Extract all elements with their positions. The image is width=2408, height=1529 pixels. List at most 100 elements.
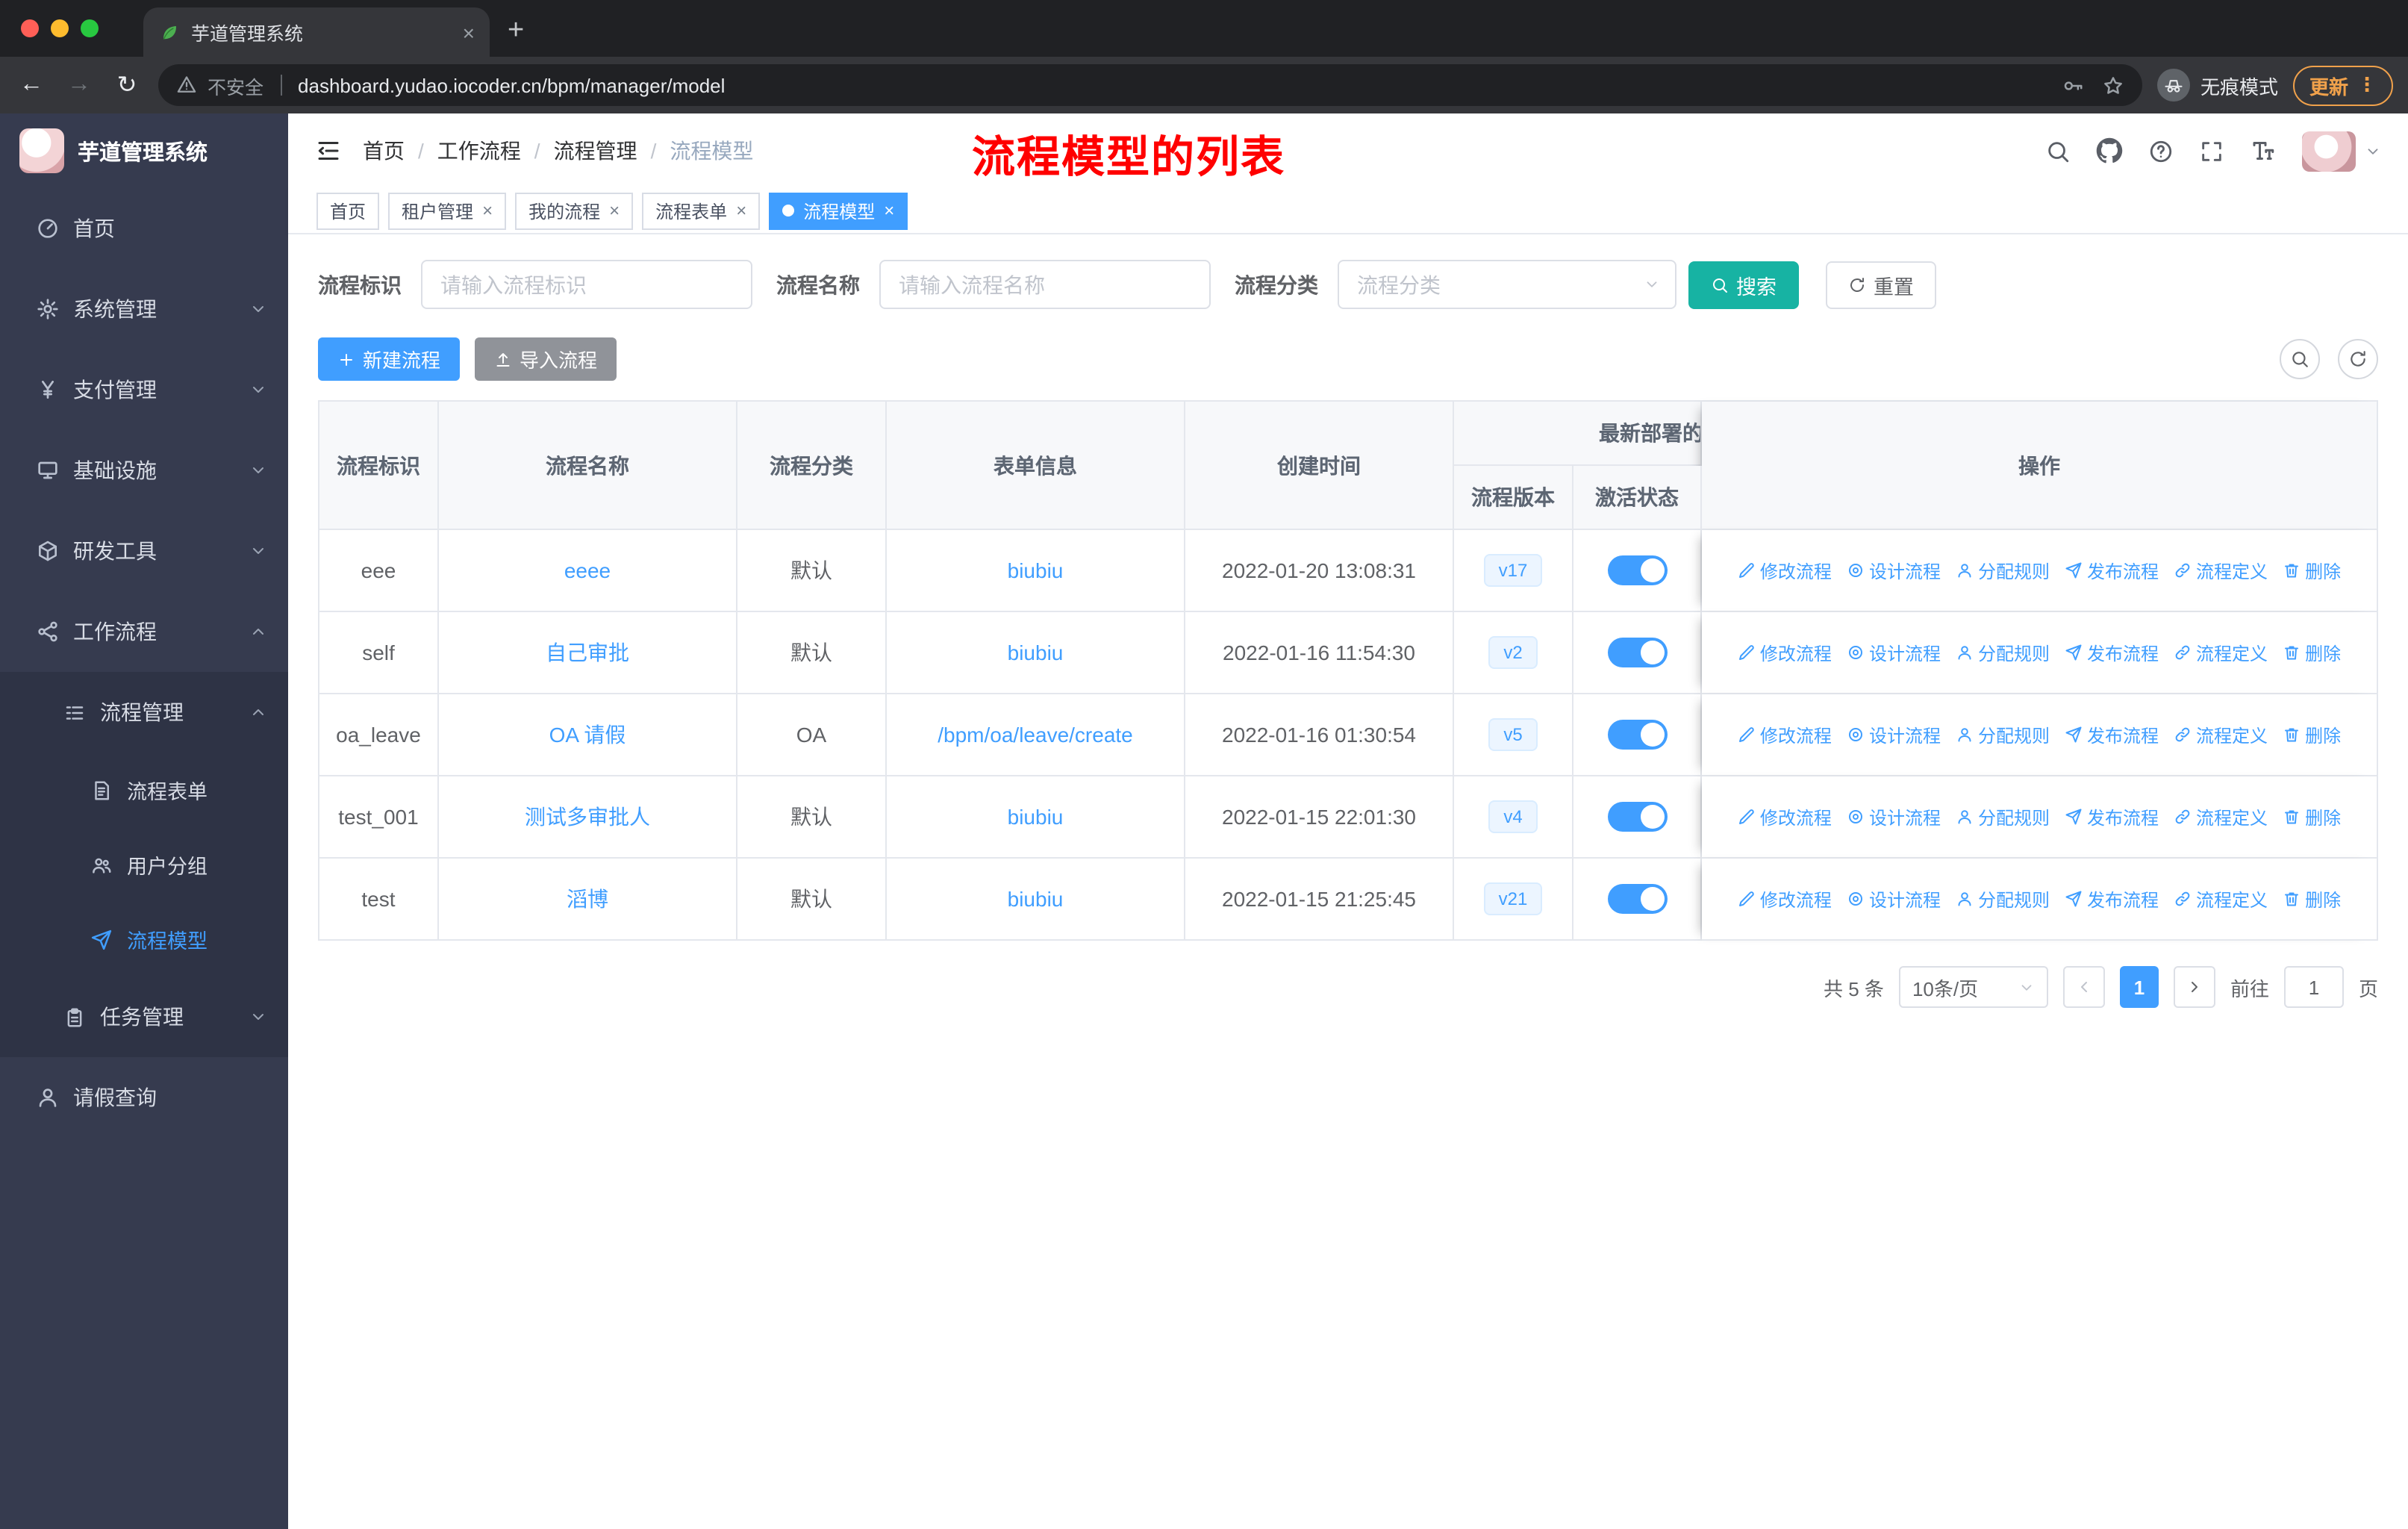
tab-close-icon[interactable]: × bbox=[463, 22, 475, 43]
tag-my-process[interactable]: 我的流程 × bbox=[515, 192, 634, 229]
process-name-link[interactable]: 自己审批 bbox=[546, 641, 629, 664]
forward-button[interactable]: → bbox=[63, 72, 96, 99]
publish-process-link[interactable]: 发布流程 bbox=[2065, 640, 2159, 665]
process-definition-link[interactable]: 流程定义 bbox=[2174, 886, 2268, 912]
breadcrumb-process-management[interactable]: 流程管理 bbox=[554, 136, 637, 166]
back-button[interactable]: ← bbox=[15, 72, 48, 99]
help-icon[interactable] bbox=[2148, 138, 2174, 164]
design-process-link[interactable]: 设计流程 bbox=[1847, 640, 1941, 665]
import-process-button[interactable]: 导入流程 bbox=[475, 337, 617, 381]
create-process-button[interactable]: 新建流程 bbox=[318, 337, 461, 381]
process-definition-link[interactable]: 流程定义 bbox=[2174, 558, 2268, 583]
github-icon[interactable] bbox=[2096, 137, 2123, 164]
form-info-link[interactable]: biubiu bbox=[1008, 805, 1064, 829]
design-process-link[interactable]: 设计流程 bbox=[1847, 886, 1941, 912]
process-name-input[interactable] bbox=[879, 260, 1211, 309]
sidebar-item-system[interactable]: 系统管理 bbox=[0, 269, 288, 349]
process-definition-link[interactable]: 流程定义 bbox=[2174, 804, 2268, 829]
password-key-icon[interactable] bbox=[2062, 74, 2084, 96]
design-process-link[interactable]: 设计流程 bbox=[1847, 722, 1941, 747]
reload-button[interactable]: ↻ bbox=[110, 70, 143, 100]
assign-rule-link[interactable]: 分配规则 bbox=[1956, 640, 2050, 665]
sidebar-fold-icon[interactable] bbox=[315, 137, 342, 164]
process-definition-link[interactable]: 流程定义 bbox=[2174, 640, 2268, 665]
reset-button[interactable]: 重置 bbox=[1826, 261, 1936, 308]
delete-process-link[interactable]: 删除 bbox=[2283, 558, 2341, 583]
modify-process-link[interactable]: 修改流程 bbox=[1738, 722, 1832, 747]
assign-rule-link[interactable]: 分配规则 bbox=[1956, 558, 2050, 583]
form-info-link[interactable]: biubiu bbox=[1008, 641, 1064, 664]
tag-close-icon[interactable]: × bbox=[609, 200, 620, 221]
process-name-link[interactable]: OA 请假 bbox=[549, 723, 626, 747]
prev-page-button[interactable] bbox=[2062, 966, 2105, 1008]
zoom-window-button[interactable] bbox=[81, 19, 99, 37]
page-size-select[interactable]: 10条/页 bbox=[1898, 966, 2048, 1008]
browser-tab[interactable]: 芋道管理系统 × bbox=[143, 7, 490, 57]
sidebar-item-infrastructure[interactable]: 基础设施 bbox=[0, 430, 288, 511]
tag-close-icon[interactable]: × bbox=[482, 200, 493, 221]
sidebar-item-task-management[interactable]: 任务管理 bbox=[0, 977, 288, 1057]
publish-process-link[interactable]: 发布流程 bbox=[2065, 722, 2159, 747]
active-toggle[interactable] bbox=[1607, 638, 1667, 667]
design-process-link[interactable]: 设计流程 bbox=[1847, 804, 1941, 829]
active-toggle[interactable] bbox=[1607, 884, 1667, 914]
minimize-window-button[interactable] bbox=[51, 19, 69, 37]
active-toggle[interactable] bbox=[1607, 555, 1667, 585]
delete-process-link[interactable]: 删除 bbox=[2283, 804, 2341, 829]
update-button[interactable]: 更新 ⋮ bbox=[2292, 65, 2393, 105]
breadcrumb-workflow[interactable]: 工作流程 bbox=[437, 136, 521, 166]
tag-process-form[interactable]: 流程表单 × bbox=[642, 192, 761, 229]
sidebar-item-devtools[interactable]: 研发工具 bbox=[0, 511, 288, 591]
publish-process-link[interactable]: 发布流程 bbox=[2065, 558, 2159, 583]
sidebar-item-payment[interactable]: 支付管理 bbox=[0, 349, 288, 430]
tag-process-model[interactable]: 流程模型 × bbox=[769, 192, 908, 229]
close-window-button[interactable] bbox=[21, 19, 39, 37]
bookmark-star-icon[interactable] bbox=[2102, 74, 2124, 96]
process-category-select[interactable]: 流程分类 bbox=[1338, 260, 1676, 309]
new-tab-button[interactable]: + bbox=[508, 15, 524, 48]
sidebar-item-process-model[interactable]: 流程模型 bbox=[0, 902, 288, 977]
modify-process-link[interactable]: 修改流程 bbox=[1738, 886, 1832, 912]
tag-tenant-management[interactable]: 租户管理 × bbox=[388, 192, 507, 229]
publish-process-link[interactable]: 发布流程 bbox=[2065, 804, 2159, 829]
show-search-button[interactable] bbox=[2280, 339, 2320, 379]
page-number-1[interactable]: 1 bbox=[2119, 966, 2159, 1008]
process-definition-link[interactable]: 流程定义 bbox=[2174, 722, 2268, 747]
delete-process-link[interactable]: 删除 bbox=[2283, 722, 2341, 747]
goto-page-input[interactable] bbox=[2283, 966, 2344, 1008]
assign-rule-link[interactable]: 分配规则 bbox=[1956, 722, 2050, 747]
delete-process-link[interactable]: 删除 bbox=[2283, 886, 2341, 912]
sidebar-item-user-group[interactable]: 用户分组 bbox=[0, 827, 288, 902]
process-name-link[interactable]: 滔博 bbox=[567, 887, 608, 911]
process-key-input[interactable] bbox=[421, 260, 752, 309]
delete-process-link[interactable]: 删除 bbox=[2283, 640, 2341, 665]
sidebar-item-leave-query[interactable]: 请假查询 bbox=[0, 1057, 288, 1138]
form-info-link[interactable]: biubiu bbox=[1008, 558, 1064, 582]
process-name-link[interactable]: eeee bbox=[564, 558, 611, 582]
address-bar[interactable]: 不安全 dashboard.yudao.iocoder.cn/bpm/manag… bbox=[158, 64, 2142, 106]
design-process-link[interactable]: 设计流程 bbox=[1847, 558, 1941, 583]
sidebar-item-process-form[interactable]: 流程表单 bbox=[0, 753, 288, 827]
tag-close-icon[interactable]: × bbox=[884, 200, 894, 221]
breadcrumb-home[interactable]: 首页 bbox=[363, 136, 405, 166]
sidebar-item-process-management[interactable]: 流程管理 bbox=[0, 672, 288, 753]
sidebar-item-home[interactable]: 首页 bbox=[0, 188, 288, 269]
form-info-link[interactable]: biubiu bbox=[1008, 887, 1064, 911]
refresh-table-button[interactable] bbox=[2338, 339, 2378, 379]
publish-process-link[interactable]: 发布流程 bbox=[2065, 886, 2159, 912]
search-icon[interactable] bbox=[2045, 138, 2071, 164]
next-page-button[interactable] bbox=[2173, 966, 2215, 1008]
active-toggle[interactable] bbox=[1607, 802, 1667, 832]
assign-rule-link[interactable]: 分配规则 bbox=[1956, 804, 2050, 829]
process-name-link[interactable]: 测试多审批人 bbox=[525, 805, 650, 829]
tag-close-icon[interactable]: × bbox=[736, 200, 746, 221]
modify-process-link[interactable]: 修改流程 bbox=[1738, 640, 1832, 665]
user-menu[interactable] bbox=[2302, 131, 2381, 171]
active-toggle[interactable] bbox=[1607, 720, 1667, 750]
menu-dots-icon[interactable]: ⋮ bbox=[2357, 73, 2377, 97]
modify-process-link[interactable]: 修改流程 bbox=[1738, 804, 1832, 829]
font-size-icon[interactable] bbox=[2250, 137, 2277, 164]
tag-home[interactable]: 首页 bbox=[316, 192, 380, 229]
search-button[interactable]: 搜索 bbox=[1688, 261, 1799, 308]
sidebar-item-workflow[interactable]: 工作流程 bbox=[0, 591, 288, 672]
